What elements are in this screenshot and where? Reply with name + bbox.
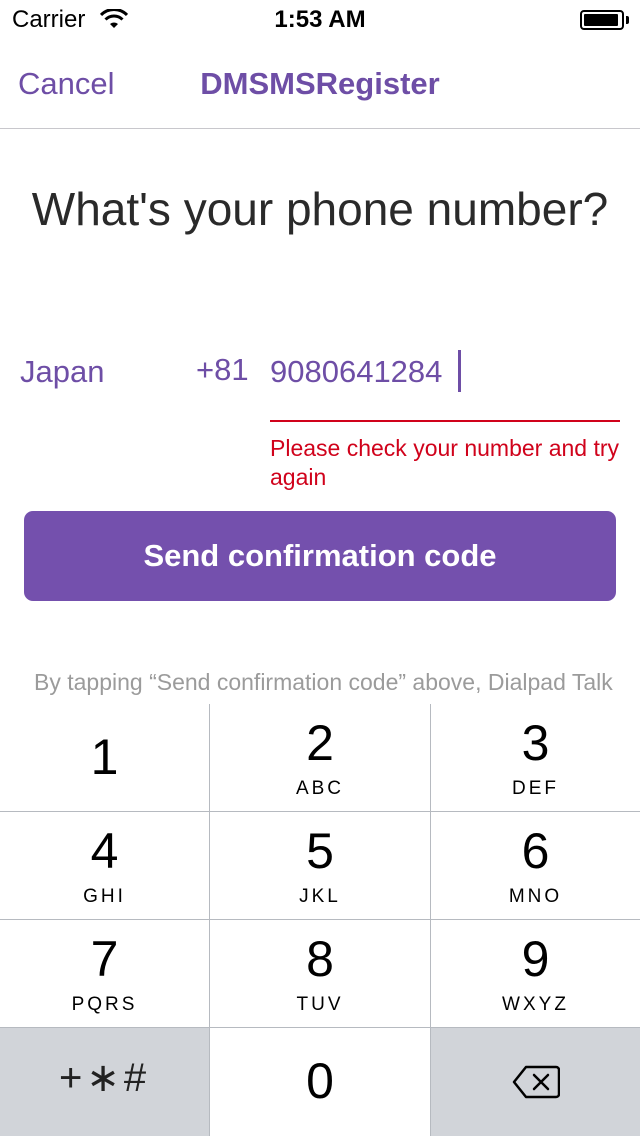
key-letters: DEF: [512, 778, 559, 799]
key-letters: JKL: [299, 886, 341, 907]
symbols-label: +∗#: [58, 1056, 151, 1100]
text-cursor: [458, 350, 461, 392]
key-6[interactable]: 6 MNO: [431, 812, 640, 920]
key-0[interactable]: 0: [210, 1028, 431, 1136]
key-letters: GHI: [83, 886, 126, 907]
backspace-key[interactable]: [431, 1028, 640, 1136]
error-message: Please check your number and try again: [270, 435, 620, 490]
backspace-wrap: [431, 1028, 640, 1136]
key-digit: 4: [90, 823, 119, 879]
key-letters: MNO: [508, 886, 563, 907]
key-3[interactable]: 3 DEF: [431, 704, 640, 812]
nav-title: DMSMSRegister: [200, 66, 440, 101]
clock: 1:53 AM: [274, 6, 366, 33]
country-selector[interactable]: Japan: [20, 354, 104, 390]
phone-input-underline: [270, 420, 620, 422]
phone-number-input[interactable]: [270, 348, 620, 396]
key-letters: TUV: [296, 994, 344, 1015]
navigation-bar: Cancel DMSMSRegister: [0, 40, 640, 129]
key-8[interactable]: 8 TUV: [210, 920, 431, 1028]
numeric-keypad: 1 2 ABC 3 DEF 4 GHI 5 JKL 6 MNO 7 PQRS 8…: [0, 704, 640, 1136]
key-digit: 5: [306, 823, 334, 879]
legal-text: By tapping “Send confirmation code” abov…: [34, 669, 613, 704]
legal-notice: By tapping “Send confirmation code” abov…: [34, 666, 614, 704]
status-bar: Carrier 1:53 AM: [0, 0, 640, 40]
battery-level: [584, 14, 618, 26]
key-letters: ABC: [295, 778, 345, 799]
key-5[interactable]: 5 JKL: [210, 812, 431, 920]
battery-tip: [626, 16, 629, 24]
backspace-icon: [512, 1065, 560, 1099]
key-digit: 9: [521, 931, 550, 987]
key-letters: PQRS: [71, 994, 138, 1015]
key-9[interactable]: 9 WXYZ: [431, 920, 640, 1028]
key-4[interactable]: 4 GHI: [0, 812, 210, 920]
page-title: What's your phone number?: [31, 183, 609, 235]
key-digit: 6: [521, 823, 550, 879]
key-digit: 7: [90, 931, 119, 987]
key-2[interactable]: 2 ABC: [210, 704, 431, 812]
dial-code: +81: [196, 352, 249, 387]
key-symbols[interactable]: +∗#: [0, 1028, 210, 1136]
key-digit: 0: [306, 1053, 334, 1109]
key-letters: WXYZ: [502, 994, 569, 1015]
send-confirmation-code-button[interactable]: Send confirmation code: [24, 511, 616, 601]
key-1[interactable]: 1: [0, 704, 210, 812]
key-digit: 3: [521, 715, 550, 771]
key-digit: 1: [90, 729, 119, 785]
key-digit: 8: [306, 931, 334, 987]
battery-icon: [580, 10, 624, 30]
key-7[interactable]: 7 PQRS: [0, 920, 210, 1028]
key-digit: 2: [306, 715, 334, 771]
